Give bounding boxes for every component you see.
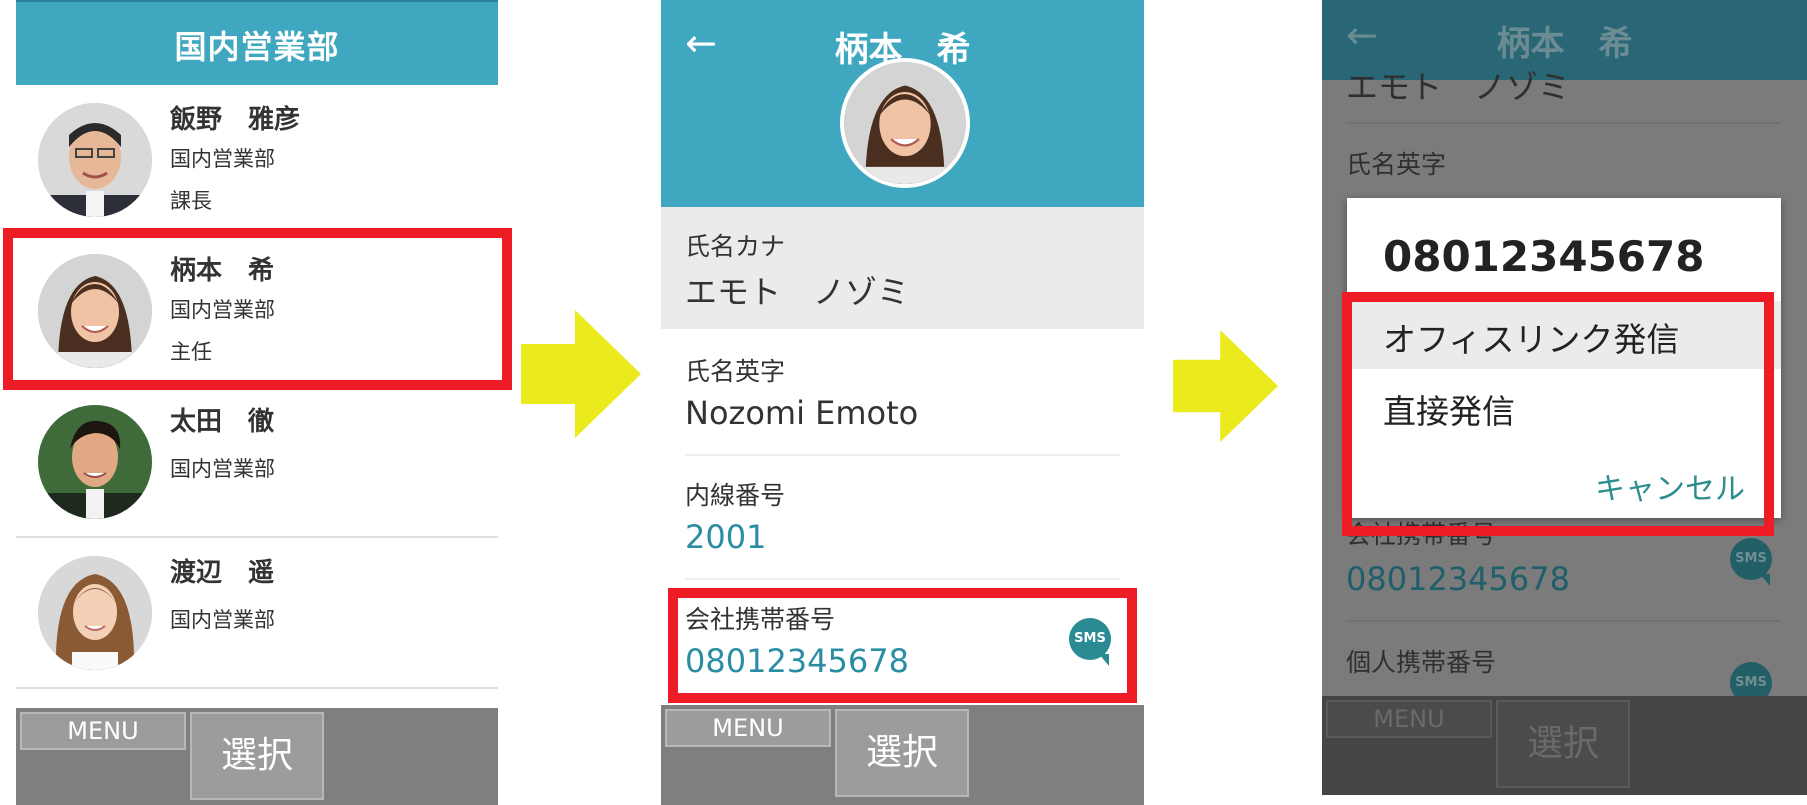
person-department: 国内営業部 [170,147,275,171]
select-button[interactable]: 選択 [190,712,324,800]
select-button[interactable]: 選択 [835,709,969,797]
list-item[interactable]: 渡辺 遥 国内営業部 [16,538,498,689]
field-value: Nozomi Emoto [685,394,919,432]
field-label: 内線番号 [685,481,786,510]
avatar [38,405,152,519]
extension-link[interactable]: 2001 [685,518,766,556]
divider [685,454,1120,456]
screen-department-list: 国内営業部 飯野 雅彦 国内営業部 課長 柄本 希 国内営業部 主任 太田 徹 … [16,0,498,805]
department-title: 国内営業部 [174,28,340,66]
select-button[interactable]: 選択 [1496,700,1630,788]
divider [1346,122,1781,124]
avatar [38,103,152,217]
arrow-right-icon [1173,330,1278,442]
avatar [840,58,970,188]
field-label: 氏名カナ [685,232,786,261]
menu-button[interactable]: MENU [20,712,186,750]
sms-icon[interactable]: SMS [1730,538,1772,586]
detail-header: ← 柄本 希 [661,0,1144,207]
field-value: エモト ノゾミ [685,273,910,311]
field-label: 氏名英字 [685,357,786,386]
menu-button[interactable]: MENU [665,709,831,747]
list-item[interactable]: 太田 徹 国内営業部 [16,387,498,538]
highlight-box [3,228,512,390]
company-mobile-link[interactable]: 08012345678 [1346,560,1570,598]
dialog-phone-number: 08012345678 [1383,232,1705,281]
highlight-box [1342,292,1774,536]
person-name: 太田 徹 [170,407,275,437]
bottom-bar: MENU 選択 [661,705,1144,805]
avatar [38,556,152,670]
divider [1346,620,1781,622]
person-name: 飯野 雅彦 [170,105,301,135]
arrow-right-icon [521,310,641,438]
field-label: 個人携帯番号 [1346,648,1497,677]
bottom-bar: MENU 選択 [16,708,498,805]
person-name: 渡辺 遥 [170,558,275,588]
bottom-bar: MENU 選択 [1322,696,1807,795]
contact-name-title: 柄本 希 [1496,24,1633,64]
person-department: 国内営業部 [170,608,275,632]
menu-button[interactable]: MENU [1326,700,1492,738]
field-label: 氏名英字 [1346,150,1447,179]
person-department: 国内営業部 [170,457,275,481]
list-header: 国内営業部 [16,0,498,85]
person-title: 課長 [170,189,212,213]
divider [685,578,1120,580]
highlight-box [668,588,1137,703]
kana-field: 氏名カナ エモト ノゾミ [661,207,1144,329]
list-item[interactable]: 飯野 雅彦 国内営業部 課長 [16,85,498,236]
field-value: エモト ノゾミ [1346,68,1571,106]
